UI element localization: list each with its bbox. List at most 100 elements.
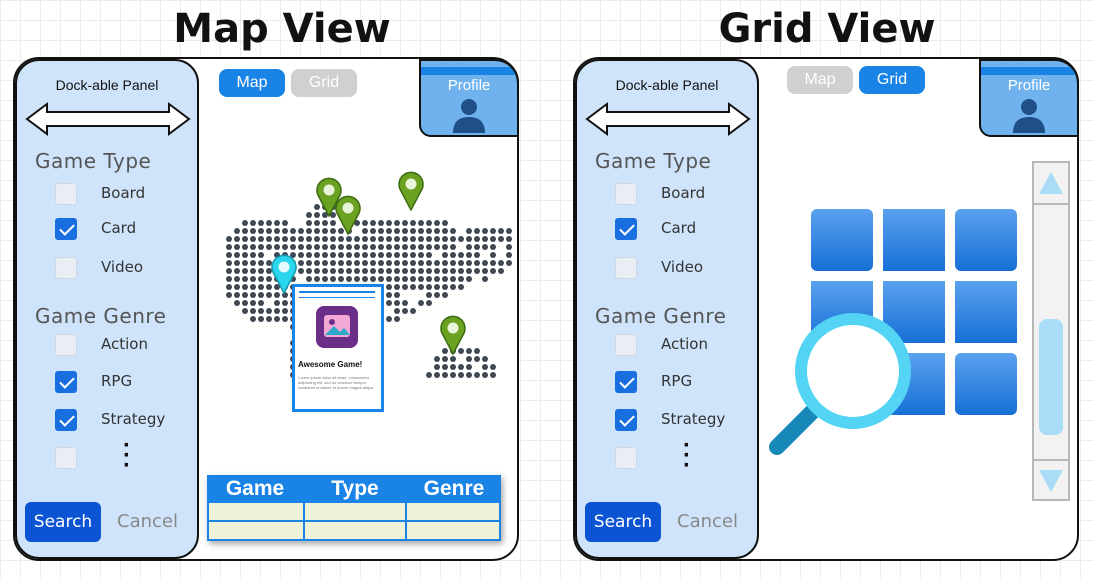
map-dot bbox=[434, 284, 440, 290]
map-dot bbox=[250, 260, 256, 266]
map-dot bbox=[338, 244, 344, 250]
checkbox-video[interactable] bbox=[55, 257, 77, 279]
label-strategy: Strategy bbox=[101, 410, 166, 428]
tab-grid[interactable]: Grid bbox=[859, 66, 925, 94]
map-dot bbox=[314, 260, 320, 266]
resize-arrow-icon[interactable] bbox=[585, 101, 751, 137]
map-dot bbox=[426, 300, 432, 306]
map-dot bbox=[354, 268, 360, 274]
results-table[interactable]: Game Type Genre bbox=[207, 475, 501, 541]
map-dot bbox=[322, 276, 328, 282]
map-dot bbox=[314, 276, 320, 282]
map-dot bbox=[458, 276, 464, 282]
map-dot bbox=[378, 228, 384, 234]
column-header-game[interactable]: Game bbox=[207, 475, 303, 501]
cancel-button[interactable]: Cancel bbox=[117, 511, 178, 532]
map-dot bbox=[426, 372, 432, 378]
scroll-down-button[interactable] bbox=[1034, 459, 1068, 501]
label-video: Video bbox=[661, 258, 704, 276]
dockable-panel[interactable]: Dock-able Panel Game Type Board Card Vid… bbox=[575, 59, 759, 559]
dockable-panel[interactable]: Dock-able Panel Game Type Board Card Vid… bbox=[15, 59, 199, 559]
map-pin-green-icon[interactable] bbox=[335, 195, 361, 235]
map-dot bbox=[466, 356, 472, 362]
map-dot bbox=[258, 284, 264, 290]
map-dot bbox=[434, 364, 440, 370]
game-info-popup[interactable]: Awesome Game! Lorem ipsum dolor sit amet… bbox=[292, 284, 384, 412]
table-cell[interactable] bbox=[407, 503, 499, 520]
cancel-button[interactable]: Cancel bbox=[677, 511, 738, 532]
column-header-genre[interactable]: Genre bbox=[407, 475, 501, 501]
map-dot bbox=[346, 244, 352, 250]
map-dot bbox=[386, 284, 392, 290]
search-button[interactable]: Search bbox=[585, 502, 661, 542]
map-dot bbox=[442, 260, 448, 266]
table-cell[interactable] bbox=[305, 503, 405, 520]
checkbox-rpg[interactable] bbox=[55, 371, 77, 393]
resize-arrow-icon[interactable] bbox=[25, 101, 191, 137]
map-dot bbox=[354, 260, 360, 266]
map-dot bbox=[242, 260, 248, 266]
profile-header-bar bbox=[421, 67, 517, 75]
checkbox-more[interactable] bbox=[615, 447, 637, 469]
label-board: Board bbox=[101, 184, 146, 202]
panel-title: Dock-able Panel bbox=[55, 77, 159, 93]
map-pin-green-icon[interactable] bbox=[398, 171, 424, 211]
checkbox-card[interactable] bbox=[55, 218, 77, 240]
map-dot bbox=[426, 276, 432, 282]
checkbox-board[interactable] bbox=[55, 183, 77, 205]
map-dot bbox=[362, 268, 368, 274]
map-dot bbox=[410, 220, 416, 226]
checkbox-strategy[interactable] bbox=[615, 409, 637, 431]
map-dot bbox=[258, 316, 264, 322]
checkbox-action[interactable] bbox=[615, 334, 637, 356]
map-dot bbox=[394, 300, 400, 306]
map-dot bbox=[418, 220, 424, 226]
label-action: Action bbox=[661, 335, 708, 353]
map-dot bbox=[402, 252, 408, 258]
map-dot bbox=[346, 268, 352, 274]
label-board: Board bbox=[661, 184, 706, 202]
table-cell[interactable] bbox=[209, 522, 303, 539]
table-cell[interactable] bbox=[305, 522, 405, 539]
checkbox-rpg[interactable] bbox=[615, 371, 637, 393]
map-dot bbox=[250, 220, 256, 226]
map-dot bbox=[474, 228, 480, 234]
map-dot bbox=[506, 244, 512, 250]
checkbox-strategy[interactable] bbox=[55, 409, 77, 431]
map-dot bbox=[434, 244, 440, 250]
map-dot bbox=[314, 244, 320, 250]
table-cell[interactable] bbox=[209, 503, 303, 520]
map-dot bbox=[378, 252, 384, 258]
map-dot bbox=[426, 284, 432, 290]
map-dot bbox=[234, 284, 240, 290]
map-dot bbox=[250, 268, 256, 274]
map-dot bbox=[330, 244, 336, 250]
map-dot bbox=[506, 260, 512, 266]
column-header-type[interactable]: Type bbox=[305, 475, 405, 501]
map-pin-green-icon[interactable] bbox=[440, 315, 466, 355]
scroll-thumb[interactable] bbox=[1039, 319, 1063, 435]
map-dot bbox=[442, 284, 448, 290]
map-dot bbox=[322, 236, 328, 242]
map-dot bbox=[442, 356, 448, 362]
tab-map[interactable]: Map bbox=[219, 69, 285, 97]
profile-card[interactable]: Profile bbox=[979, 59, 1079, 137]
scroll-up-button[interactable] bbox=[1034, 163, 1068, 205]
map-dot bbox=[506, 252, 512, 258]
checkbox-card[interactable] bbox=[615, 218, 637, 240]
map-dot bbox=[322, 228, 328, 234]
search-button[interactable]: Search bbox=[25, 502, 101, 542]
checkbox-video[interactable] bbox=[615, 257, 637, 279]
image-placeholder-icon bbox=[316, 306, 358, 348]
table-cell[interactable] bbox=[407, 522, 499, 539]
checkbox-board[interactable] bbox=[615, 183, 637, 205]
map-dot bbox=[378, 268, 384, 274]
checkbox-more[interactable] bbox=[55, 447, 77, 469]
tab-map[interactable]: Map bbox=[787, 66, 853, 94]
map-dot bbox=[362, 260, 368, 266]
checkbox-action[interactable] bbox=[55, 334, 77, 356]
vertical-scrollbar[interactable] bbox=[1032, 161, 1070, 501]
tab-grid[interactable]: Grid bbox=[291, 69, 357, 97]
profile-card[interactable]: Profile bbox=[419, 59, 519, 137]
map-dot bbox=[298, 260, 304, 266]
